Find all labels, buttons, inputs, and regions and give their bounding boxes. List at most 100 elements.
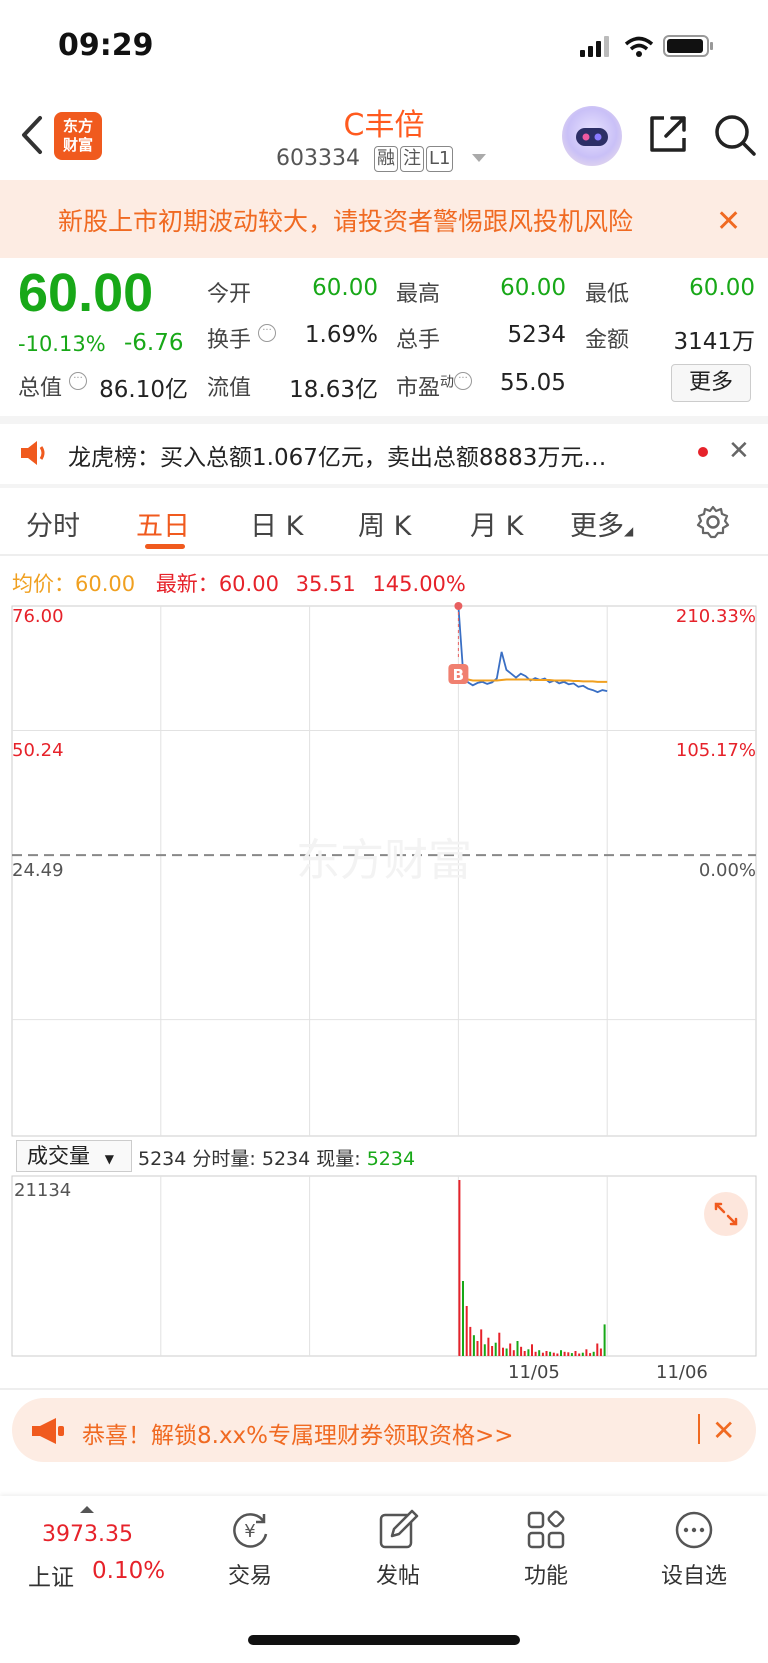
info-icon: ··· bbox=[69, 372, 88, 390]
divider bbox=[0, 554, 768, 556]
divider bbox=[0, 484, 768, 488]
open-value: 60.00 bbox=[312, 275, 378, 301]
low-value: 60.00 bbox=[689, 275, 755, 301]
volume-bar bbox=[599, 1348, 602, 1356]
volume-bar bbox=[596, 1343, 599, 1356]
volume-bar bbox=[498, 1332, 501, 1356]
nav-functions[interactable]: 功能 bbox=[486, 1558, 606, 1590]
indicator-select[interactable]: 成交量 ▼ bbox=[16, 1140, 132, 1172]
speaker-icon bbox=[21, 441, 45, 465]
more-quote-button[interactable]: 更多 bbox=[671, 364, 751, 402]
volume-bar bbox=[465, 1306, 468, 1356]
y-tick-right-base: 0.00% bbox=[698, 860, 756, 881]
tab-daily-k[interactable]: 日 K bbox=[250, 504, 303, 543]
add-watchlist-icon[interactable] bbox=[672, 1508, 716, 1552]
search-icon[interactable] bbox=[712, 112, 758, 158]
info-icon: ··· bbox=[454, 372, 473, 390]
float-value: 18.63亿 bbox=[289, 377, 378, 403]
warning-close-icon[interactable]: ✕ bbox=[716, 204, 741, 239]
expand-icon[interactable] bbox=[704, 1192, 748, 1236]
high-label: 最高 bbox=[396, 282, 441, 307]
index-value[interactable]: 3973.35 bbox=[42, 1522, 133, 1547]
volume-bar bbox=[570, 1353, 573, 1356]
dragon-tiger-close-icon[interactable]: ✕ bbox=[728, 436, 750, 466]
pe-value: 55.05 bbox=[500, 370, 566, 396]
divider bbox=[0, 1388, 768, 1390]
mktcap-value: 86.10亿 bbox=[99, 377, 188, 403]
volume-bar bbox=[563, 1351, 566, 1356]
mktcap-label: 总值 ··· bbox=[18, 370, 88, 402]
change-percent: -10.13% bbox=[18, 332, 106, 356]
pe-label: 市盈动 ··· bbox=[396, 370, 473, 402]
turnover-value: 1.69% bbox=[304, 322, 378, 348]
status-time: 09:29 bbox=[58, 28, 154, 63]
volume-bar bbox=[541, 1352, 544, 1356]
volume-bar bbox=[469, 1326, 472, 1356]
tab-fenshi[interactable]: 分时 bbox=[26, 504, 80, 543]
promo-text[interactable]: 恭喜！解锁8.xx%专属理财券领取资格>> bbox=[82, 1416, 514, 1450]
index-name[interactable]: 上证 bbox=[28, 1558, 74, 1592]
corner-triangle-icon: ◢ bbox=[624, 524, 634, 538]
nav-add-watchlist[interactable]: 设自选 bbox=[634, 1558, 754, 1590]
volume-bar bbox=[549, 1351, 552, 1356]
volume-label: 总手 bbox=[396, 328, 441, 353]
volume-bar bbox=[520, 1346, 523, 1356]
risk-warning-text: 新股上市初期波动较大，请投资者警惕跟风投机风险 bbox=[58, 207, 634, 236]
signal-icon bbox=[580, 36, 609, 57]
volume-bar bbox=[603, 1324, 606, 1356]
volume-bar bbox=[502, 1347, 504, 1356]
volume-bar bbox=[527, 1349, 530, 1356]
x-date-label: 11/05 bbox=[508, 1362, 560, 1383]
volume-bar bbox=[531, 1344, 533, 1356]
status-icons bbox=[580, 35, 713, 57]
volume-bar bbox=[480, 1329, 483, 1356]
low-label: 最低 bbox=[585, 282, 630, 307]
volume-bar bbox=[476, 1341, 479, 1356]
volume-value: 5234 bbox=[507, 322, 566, 348]
y-tick-left-mid: 50.24 bbox=[12, 740, 64, 761]
megaphone-icon bbox=[32, 1418, 64, 1444]
volume-panel-frame bbox=[11, 1175, 757, 1357]
tab-weekly-k[interactable]: 周 K bbox=[358, 504, 411, 543]
index-percent[interactable]: 0.10% bbox=[92, 1558, 165, 1584]
y-tick-right-top: 210.33% bbox=[675, 606, 756, 627]
trade-icon[interactable]: ¥ bbox=[228, 1508, 272, 1552]
tag-level1: L1 bbox=[426, 146, 454, 172]
volume-bar bbox=[581, 1352, 584, 1356]
promo-close-icon[interactable]: ✕ bbox=[712, 1414, 735, 1447]
amount-value: 3141万 bbox=[673, 329, 755, 355]
index-toggle-icon[interactable] bbox=[80, 1506, 94, 1513]
chart-legend: 均价：60.00 最新：60.00 35.51 145.00% bbox=[12, 572, 466, 596]
volume-legend: 5234 分时量: 5234 现量: 5234 bbox=[138, 1148, 416, 1170]
watermark: 东方财富 bbox=[296, 835, 472, 886]
home-indicator bbox=[248, 1635, 520, 1645]
change-amount: -6.76 bbox=[124, 330, 184, 356]
tab-five-day[interactable]: 五日 bbox=[136, 504, 190, 543]
price-chart[interactable]: 东方财富 B bbox=[0, 600, 768, 1360]
post-icon[interactable] bbox=[376, 1508, 420, 1552]
ai-assistant-icon[interactable] bbox=[562, 106, 622, 166]
promo-divider bbox=[698, 1414, 700, 1444]
volume-bar bbox=[574, 1351, 577, 1356]
dragon-tiger-text[interactable]: 龙虎榜：买入总额1.067亿元，卖出总额8883万元… bbox=[68, 438, 668, 472]
volume-bar bbox=[472, 1335, 475, 1356]
volume-bar bbox=[592, 1351, 595, 1356]
volume-bar bbox=[545, 1351, 548, 1356]
volume-bar bbox=[585, 1349, 588, 1356]
share-icon[interactable] bbox=[646, 112, 690, 156]
volume-bar bbox=[567, 1352, 570, 1356]
volume-bar bbox=[509, 1343, 512, 1356]
tab-monthly-k[interactable]: 月 K bbox=[470, 504, 523, 543]
functions-icon[interactable] bbox=[524, 1508, 568, 1552]
svg-text:¥: ¥ bbox=[244, 1521, 255, 1542]
nav-post[interactable]: 发帖 bbox=[338, 1558, 458, 1590]
nav-trade[interactable]: 交易 bbox=[190, 1558, 310, 1590]
buy-marker-label: B bbox=[453, 666, 464, 684]
volume-bar bbox=[516, 1341, 519, 1356]
divider bbox=[0, 416, 768, 424]
settings-icon[interactable] bbox=[695, 504, 731, 540]
y-tick-left-base: 24.49 bbox=[12, 860, 64, 881]
volume-bar bbox=[491, 1346, 494, 1356]
tab-more[interactable]: 更多◢ bbox=[570, 504, 633, 543]
code-dropdown-icon[interactable] bbox=[472, 154, 486, 162]
